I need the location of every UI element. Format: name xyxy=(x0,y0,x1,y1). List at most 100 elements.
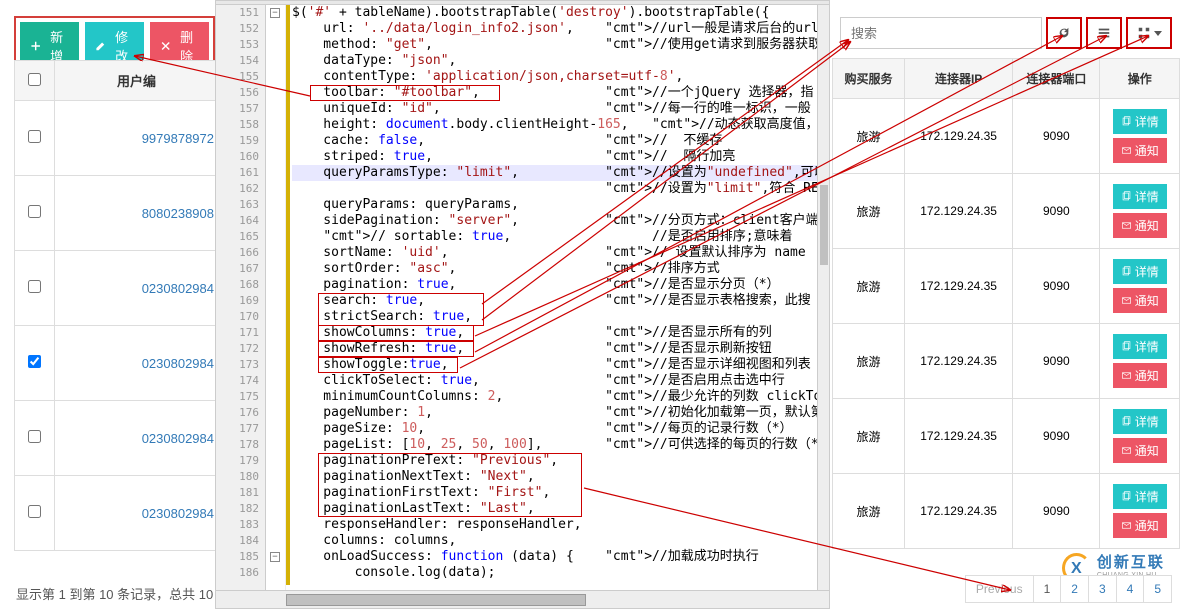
row-checkbox[interactable] xyxy=(28,205,41,218)
user-id-link[interactable]: 0230802984 xyxy=(142,356,214,371)
cell-port: 9090 xyxy=(1013,249,1100,324)
table-row[interactable]: 0230802984 xyxy=(15,476,219,551)
copy-icon xyxy=(1121,341,1132,352)
search-input[interactable] xyxy=(840,17,1042,49)
cell-ip: 172.129.24.35 xyxy=(904,174,1012,249)
row-checkbox[interactable] xyxy=(28,355,41,368)
table-row[interactable]: 旅游 172.129.24.35 9090 详情 通知 xyxy=(833,99,1180,174)
col-port[interactable]: 连接器端口 xyxy=(1013,59,1100,99)
detail-button[interactable]: 详情 xyxy=(1113,334,1167,359)
cell-service: 旅游 xyxy=(833,474,905,549)
pencil-icon xyxy=(95,40,106,52)
notify-button[interactable]: 通知 xyxy=(1113,288,1167,313)
cell-service: 旅游 xyxy=(833,174,905,249)
pager-page[interactable]: 1 xyxy=(1033,575,1062,603)
copy-icon xyxy=(1121,116,1132,127)
pagination-info: 显示第 1 到第 10 条记录，总共 10 xyxy=(16,584,213,603)
left-table: 用户编 9979878972 8080238908 0230802984 023… xyxy=(14,60,219,551)
logo-cn: 创新互联 xyxy=(1097,551,1172,572)
table-row[interactable]: 8080238908 xyxy=(15,176,219,251)
table-row[interactable]: 旅游 172.129.24.35 9090 详情 通知 xyxy=(833,324,1180,399)
cell-ip: 172.129.24.35 xyxy=(904,474,1012,549)
table-row[interactable]: 0230802984 xyxy=(15,326,219,401)
fold-marker[interactable]: − xyxy=(270,552,280,562)
notify-button[interactable]: 通知 xyxy=(1113,213,1167,238)
fold-marker[interactable]: − xyxy=(270,8,280,18)
user-id-link[interactable]: 8080238908 xyxy=(142,206,214,221)
row-checkbox[interactable] xyxy=(28,430,41,443)
copy-icon xyxy=(1121,416,1132,427)
code-content[interactable]: $('#' + tableName).bootstrapTable('destr… xyxy=(292,5,817,590)
col-ip[interactable]: 连接器IP xyxy=(904,59,1012,99)
cell-service: 旅游 xyxy=(833,324,905,399)
row-checkbox[interactable] xyxy=(28,130,41,143)
mail-icon xyxy=(1121,520,1132,531)
mail-icon xyxy=(1121,445,1132,456)
col-ops[interactable]: 操作 xyxy=(1100,59,1180,99)
notify-button[interactable]: 通知 xyxy=(1113,438,1167,463)
cell-ip: 172.129.24.35 xyxy=(904,399,1012,474)
mail-icon xyxy=(1121,145,1132,156)
cell-port: 9090 xyxy=(1013,399,1100,474)
col-user[interactable]: 用户编 xyxy=(55,61,219,101)
change-marker xyxy=(286,5,290,585)
pager-page[interactable]: 4 xyxy=(1116,575,1145,603)
cell-port: 9090 xyxy=(1013,99,1100,174)
vertical-scrollbar[interactable] xyxy=(817,5,829,590)
pager-page[interactable]: 5 xyxy=(1143,575,1172,603)
notify-button[interactable]: 通知 xyxy=(1113,363,1167,388)
fold-column[interactable]: − − xyxy=(266,5,286,590)
user-id-link[interactable]: 0230802984 xyxy=(142,506,214,521)
cell-service: 旅游 xyxy=(833,99,905,174)
table-row[interactable]: 9979878972 xyxy=(15,101,219,176)
cell-service: 旅游 xyxy=(833,399,905,474)
cell-ip: 172.129.24.35 xyxy=(904,249,1012,324)
horizontal-scrollbar[interactable] xyxy=(216,590,829,608)
table-row[interactable]: 旅游 172.129.24.35 9090 详情 通知 xyxy=(833,474,1180,549)
detail-button[interactable]: 详情 xyxy=(1113,184,1167,209)
mail-icon xyxy=(1121,295,1132,306)
notify-button[interactable]: 通知 xyxy=(1113,513,1167,538)
pager-page[interactable]: 2 xyxy=(1060,575,1089,603)
refresh-button[interactable] xyxy=(1046,17,1082,49)
detail-button[interactable]: 详情 xyxy=(1113,409,1167,434)
list-icon xyxy=(1097,26,1111,40)
select-all-checkbox[interactable] xyxy=(28,73,41,86)
col-service[interactable]: 购买服务 xyxy=(833,59,905,99)
hscroll-thumb[interactable] xyxy=(286,594,586,606)
right-table: 购买服务 连接器IP 连接器端口 操作 旅游 172.129.24.35 909… xyxy=(832,58,1180,549)
table-row[interactable]: 0230802984 xyxy=(15,251,219,326)
cell-ip: 172.129.24.35 xyxy=(904,324,1012,399)
caret-down-icon xyxy=(1154,31,1162,36)
row-checkbox[interactable] xyxy=(28,505,41,518)
code-editor[interactable]: 151 152 153 154 155 156 157 158 159 160 … xyxy=(215,0,830,609)
user-id-link[interactable]: 0230802984 xyxy=(142,281,214,296)
detail-button[interactable]: 详情 xyxy=(1113,484,1167,509)
detail-button[interactable]: 详情 xyxy=(1113,109,1167,134)
row-checkbox[interactable] xyxy=(28,280,41,293)
cell-port: 9090 xyxy=(1013,174,1100,249)
cell-service: 旅游 xyxy=(833,249,905,324)
cell-port: 9090 xyxy=(1013,324,1100,399)
user-id-link[interactable]: 9979878972 xyxy=(142,131,214,146)
refresh-icon xyxy=(1057,26,1071,40)
toggle-view-button[interactable] xyxy=(1086,17,1122,49)
table-row[interactable]: 旅游 172.129.24.35 9090 详情 通知 xyxy=(833,399,1180,474)
pagination: Previous 1 2 3 4 5 xyxy=(966,575,1172,603)
table-row[interactable]: 旅游 172.129.24.35 9090 详情 通知 xyxy=(833,174,1180,249)
copy-icon xyxy=(1121,266,1132,277)
mail-icon xyxy=(1121,370,1132,381)
detail-button[interactable]: 详情 xyxy=(1113,259,1167,284)
cell-ip: 172.129.24.35 xyxy=(904,99,1012,174)
vscroll-thumb[interactable] xyxy=(820,185,828,265)
pager-page[interactable]: 3 xyxy=(1088,575,1117,603)
line-gutter: 151 152 153 154 155 156 157 158 159 160 … xyxy=(216,5,266,590)
pager-prev[interactable]: Previous xyxy=(965,575,1034,603)
col-checkbox xyxy=(15,61,55,101)
columns-dropdown-button[interactable] xyxy=(1126,17,1172,49)
table-row[interactable]: 0230802984 xyxy=(15,401,219,476)
copy-icon xyxy=(1121,491,1132,502)
table-row[interactable]: 旅游 172.129.24.35 9090 详情 通知 xyxy=(833,249,1180,324)
user-id-link[interactable]: 0230802984 xyxy=(142,431,214,446)
notify-button[interactable]: 通知 xyxy=(1113,138,1167,163)
